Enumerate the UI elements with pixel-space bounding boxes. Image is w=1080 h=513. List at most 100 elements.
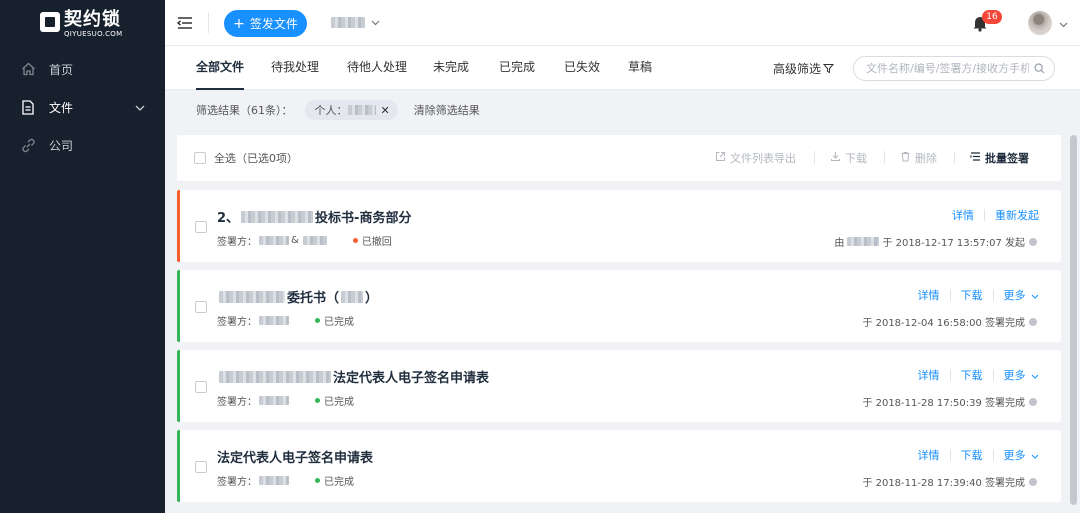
sidebar-item-label: 公司 [49,138,74,153]
tab-pending-others[interactable]: 待他人处理 [347,46,407,90]
download-button[interactable]: 下载 [830,150,867,166]
detail-link[interactable]: 详情 [918,287,940,303]
plus-icon: + [233,15,245,32]
batch-sign-button[interactable]: 批量签署 [970,150,1029,166]
download-link[interactable]: 下载 [961,287,983,303]
document-timestamp: 于 2018-11-28 17:50:39 签署完成 [862,394,1037,409]
detail-link[interactable]: 详情 [952,207,974,223]
document-card[interactable]: 委托书（ ） 签署方： 已完成 详情 下载 更多 于 2018-12-04 16… [177,270,1061,342]
redacted-text [219,370,331,383]
chevron-down-icon[interactable] [1059,17,1068,31]
info-icon[interactable] [1029,397,1037,406]
company-selector[interactable] [331,15,380,29]
tab-all-documents[interactable]: 全部文件 [196,46,245,90]
chevron-down-icon [1031,454,1039,459]
sidebar-item-home[interactable]: 首页 [0,50,165,88]
document-title[interactable]: 法定代表人电子签名申请表 [217,367,489,386]
document-checkbox[interactable] [195,381,207,393]
info-icon[interactable] [1029,317,1037,326]
download-link[interactable]: 下载 [961,447,983,463]
advanced-filter-button[interactable]: 高级筛选 [773,60,835,77]
filter-chip-label: 个人： [314,104,348,117]
sidebar-item-label: 文件 [49,100,74,115]
logo: 契约锁 QIYUESUO.COM [40,10,122,39]
chevron-down-icon [135,100,145,114]
document-checkbox[interactable] [195,461,207,473]
redacted-text [847,237,880,246]
chevron-down-icon [1031,374,1039,379]
status-badge: 已完成 [315,393,354,408]
sidebar-nav: 首页 文件 公司 [0,50,165,164]
select-all-checkbox[interactable] [194,152,206,164]
document-timestamp: 由 于 2018-12-17 13:57:07 发起 [834,234,1037,249]
document-timestamp: 于 2018-11-28 17:39:40 签署完成 [862,474,1037,489]
tab-completed[interactable]: 已完成 [499,46,535,90]
document-title[interactable]: 法定代表人电子签名申请表 [217,447,373,466]
tab-incomplete[interactable]: 未完成 [433,46,469,90]
status-accent-bar [177,350,180,422]
redacted-text [219,290,285,303]
status-accent-bar [177,270,180,342]
tab-expired[interactable]: 已失效 [564,46,600,90]
scrollbar[interactable] [1070,135,1077,505]
close-icon[interactable]: ✕ [381,104,390,117]
download-link[interactable]: 下载 [961,367,983,383]
download-icon [830,151,841,165]
document-card[interactable]: 法定代表人电子签名申请表 签署方： 已完成 详情 下载 更多 于 2018-11… [177,350,1061,422]
document-actions: 详情 下载 更多 [918,287,1040,303]
menu-toggle-icon[interactable] [176,15,193,31]
sidebar: 契约锁 QIYUESUO.COM 首页 文件 公司 [0,0,165,513]
sidebar-item-files[interactable]: 文件 [0,88,165,126]
detail-link[interactable]: 详情 [918,447,940,463]
document-checkbox[interactable] [195,301,207,313]
document-actions: 详情 重新发起 [952,207,1039,223]
clear-filter-link[interactable]: 清除筛选结果 [414,102,480,118]
document-actions: 详情 下载 更多 [918,447,1040,463]
tab-drafts[interactable]: 草稿 [628,46,652,90]
status-dot [315,478,320,483]
info-icon[interactable] [1029,477,1037,486]
redacted-text [241,210,314,223]
more-dropdown[interactable]: 更多 [1004,287,1040,303]
document-title[interactable]: 委托书（ ） [217,287,378,306]
status-dot [315,318,320,323]
search-icon[interactable] [1034,63,1045,77]
tab-pending-me[interactable]: 待我处理 [271,46,319,90]
search-input[interactable] [854,57,1029,80]
sidebar-item-company[interactable]: 公司 [0,126,165,164]
trash-icon [900,151,911,165]
more-dropdown[interactable]: 更多 [1004,447,1040,463]
document-title[interactable]: 2、 投标书-商务部分 [217,207,411,226]
header-divider [208,13,209,33]
filter-chip-value-redacted [347,105,376,115]
avatar[interactable] [1028,11,1052,35]
info-icon[interactable] [1029,237,1037,246]
notification-badge: 16 [982,10,1002,24]
status-badge: 已撤回 [352,233,392,248]
detail-link[interactable]: 详情 [918,367,940,383]
send-document-button[interactable]: + 签发文件 [224,10,307,37]
document-signers: 签署方： 已完成 [217,313,354,328]
filter-chip: 个人： ✕ [304,100,398,120]
export-icon [715,151,726,165]
home-icon [20,61,36,77]
sidebar-item-label: 首页 [49,62,74,77]
select-all-label: 全选（已选0项） [214,152,298,165]
list-icon [970,151,981,165]
document-checkbox[interactable] [195,221,207,233]
more-dropdown[interactable]: 更多 [1004,367,1040,383]
document-icon [20,99,36,115]
document-timestamp: 于 2018-12-04 16:58:00 签署完成 [862,314,1037,329]
document-signers: 签署方： 已完成 [217,473,354,488]
status-dot [352,238,358,243]
export-list-button[interactable]: 文件列表导出 [715,150,796,166]
chevron-down-icon [371,15,380,29]
document-actions: 详情 下载 更多 [918,367,1040,383]
toolbar-divider [884,151,885,164]
toolbar-divider [954,151,955,164]
document-card[interactable]: 法定代表人电子签名申请表 签署方： 已完成 详情 下载 更多 于 2018-11… [177,430,1061,502]
delete-button[interactable]: 删除 [900,150,937,166]
redacted-text [259,396,289,405]
resend-link[interactable]: 重新发起 [995,207,1039,223]
document-card[interactable]: 2、 投标书-商务部分 签署方： & 已撤回 详情 重新发起 由 于 2018-… [177,190,1061,262]
